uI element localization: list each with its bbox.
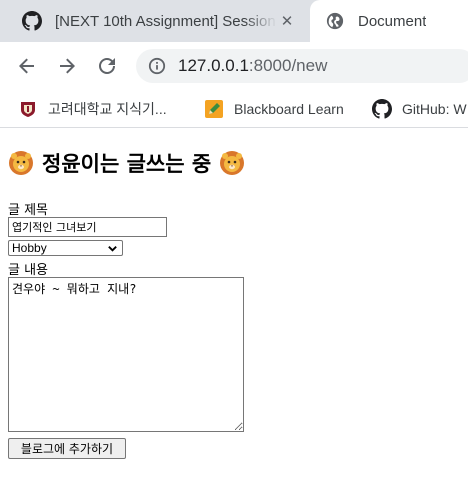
title-label: 글 제목	[8, 203, 49, 218]
title-input[interactable]	[8, 217, 167, 237]
korea-university-icon	[18, 99, 38, 119]
url-host: 127.0.0.1	[178, 56, 249, 75]
reload-icon	[99, 58, 115, 74]
add-to-blog-button[interactable]: 블로그에 추가하기	[8, 438, 126, 459]
tab-title: Document	[358, 12, 427, 30]
bookmark-korea-university[interactable]: 고려대학교 지식기...	[18, 97, 167, 121]
bookmark-label: Blackboard Learn	[234, 101, 344, 117]
url-text: 127.0.0.1:8000/new	[178, 56, 327, 76]
lion-icon	[220, 151, 245, 175]
page-heading: 정윤이는 글쓰는 중	[42, 152, 212, 176]
bookmark-blackboard[interactable]: Blackboard Learn	[204, 97, 344, 121]
bookmarks-bar: 고려대학교 지식기... Blackboard Learn GitHub: W	[0, 90, 468, 128]
bookmark-label: GitHub: W	[402, 101, 467, 117]
content-label: 글 내용	[8, 263, 49, 278]
back-button[interactable]	[13, 52, 41, 80]
reload-button[interactable]	[93, 52, 121, 80]
globe-icon	[325, 11, 345, 31]
content-textarea[interactable]: 견우야 ~ 뭐하고 지내?	[8, 277, 244, 432]
bookmark-github[interactable]: GitHub: W	[372, 97, 467, 121]
close-icon[interactable]: ✕	[278, 12, 296, 30]
page-title: 정윤이는 글쓰는 중	[8, 148, 245, 178]
address-bar[interactable]: 127.0.0.1:8000/new	[136, 49, 468, 83]
forward-button[interactable]	[53, 52, 81, 80]
tab-strip: [NEXT 10th Assignment] Session ✕ Documen…	[0, 0, 468, 42]
chevron-down-icon	[108, 246, 117, 252]
lion-icon	[9, 151, 33, 175]
category-selected-value: Hobby	[12, 241, 47, 255]
back-arrow-icon	[19, 58, 34, 74]
bookmark-label: 고려대학교 지식기...	[48, 101, 167, 117]
tab-github-assignment[interactable]: [NEXT 10th Assignment] Session ✕	[0, 0, 310, 42]
github-icon	[372, 99, 392, 119]
pencil-icon	[204, 99, 224, 119]
category-select[interactable]: Hobby	[8, 240, 123, 256]
tab-title: [NEXT 10th Assignment] Session	[55, 12, 276, 30]
url-path: :8000/new	[248, 56, 328, 75]
info-icon[interactable]	[148, 57, 166, 75]
tab-document[interactable]: Document	[310, 0, 468, 42]
github-icon	[22, 11, 42, 31]
forward-arrow-icon	[60, 58, 75, 74]
browser-toolbar: 127.0.0.1:8000/new	[0, 42, 468, 90]
